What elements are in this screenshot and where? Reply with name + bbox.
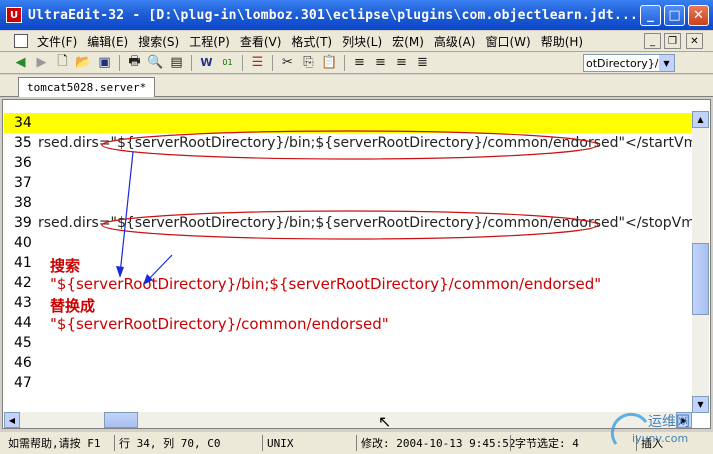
open-folder-icon[interactable]: 📂 [73, 53, 94, 73]
separator [344, 54, 345, 71]
status-position: 行 34, 列 70, C0 [114, 435, 220, 451]
menu-project[interactable]: 工程(P) [184, 33, 235, 50]
watermark-text: 运维网 [648, 414, 690, 430]
separator [191, 54, 192, 71]
editor-area[interactable]: 34 35 rsed.dirs="${serverRootDirectory}/… [4, 111, 692, 407]
menu-file[interactable]: 文件(F) [32, 33, 82, 50]
back-arrow-icon[interactable]: ◀ [10, 53, 31, 73]
menu-search[interactable]: 搜索(S) [133, 33, 184, 50]
line-text: rsed.dirs="${serverRootDirectory}/bin;${… [38, 135, 692, 151]
line-number: 43 [14, 295, 32, 311]
menu-bar: 文件(F) 编辑(E) 搜索(S) 工程(P) 查看(V) 格式(T) 列块(L… [0, 31, 713, 52]
save-icon[interactable]: ▣ [94, 53, 115, 73]
menu-help[interactable]: 帮助(H) [536, 33, 588, 50]
line-number: 39 [14, 215, 32, 231]
hex-mode-icon[interactable]: 01 [217, 53, 238, 73]
horizontal-scrollbar[interactable]: ◀ ▶ [4, 412, 692, 428]
code-line[interactable]: 41 搜索 [4, 253, 692, 275]
menu-advanced[interactable]: 高级(A) [429, 33, 481, 50]
line-number: 34 [14, 115, 32, 131]
code-line[interactable]: 46 [4, 353, 692, 373]
print-icon[interactable]: 🖶 [124, 53, 145, 73]
vertical-scrollbar[interactable]: ▲ ▼ [692, 111, 709, 413]
code-line[interactable]: 38 [4, 193, 692, 213]
code-line[interactable]: 47 [4, 373, 692, 393]
horizontal-scroll-thumb[interactable] [104, 412, 138, 428]
code-line[interactable]: 35 rsed.dirs="${serverRootDirectory}/bin… [4, 133, 692, 153]
menu-column[interactable]: 列块(L) [337, 33, 387, 50]
line-number: 38 [14, 195, 32, 211]
cut-icon[interactable]: ✂ [277, 53, 298, 73]
search-string: "${serverRootDirectory}/bin;${serverRoot… [50, 275, 602, 293]
status-line-format: UNIX [262, 435, 294, 451]
scroll-left-icon[interactable]: ◀ [4, 412, 20, 428]
justify-icon[interactable]: ≣ [412, 53, 433, 73]
list-icon[interactable]: ☰ [247, 53, 268, 73]
code-line[interactable]: 43 替换成 [4, 293, 692, 315]
separator [272, 54, 273, 71]
code-line[interactable]: 44 "${serverRootDirectory}/common/endors… [4, 313, 692, 333]
maximize-button[interactable]: □ [664, 5, 685, 26]
print-preview-icon[interactable]: 🔍 [145, 53, 166, 73]
forward-arrow-icon[interactable]: ▶ [31, 53, 52, 73]
code-line[interactable]: 36 [4, 153, 692, 173]
menu-format[interactable]: 格式(T) [286, 33, 337, 50]
copy-icon[interactable]: ⎘ [298, 53, 319, 73]
site-watermark-logo: 运维网 iyunv.com [610, 412, 690, 445]
code-line[interactable]: 37 [4, 173, 692, 193]
mouse-cursor-icon: ↖ [378, 412, 392, 431]
align-left-icon[interactable]: ≡ [349, 53, 370, 73]
document-icon[interactable] [14, 34, 28, 48]
status-modified: 修改: 2004-10-13 9:45:52 [356, 435, 515, 451]
code-line[interactable]: 34 [4, 113, 692, 133]
menu-edit[interactable]: 编辑(E) [82, 33, 133, 50]
word-wrap-icon[interactable]: W [196, 53, 217, 73]
status-help: 如需帮助,请按 F1 [8, 437, 101, 450]
line-number: 46 [14, 355, 32, 371]
line-number: 37 [14, 175, 32, 191]
mdi-restore-button[interactable]: ❐ [664, 33, 681, 49]
line-number: 35 [14, 135, 32, 151]
line-number: 44 [14, 315, 32, 331]
tab-active-file[interactable]: tomcat5028.server* [18, 77, 156, 97]
code-line[interactable]: 40 [4, 233, 692, 253]
title-bar: U UltraEdit-32 - [D:\plug-in\lomboz.301\… [0, 0, 713, 30]
window-title: UltraEdit-32 - [D:\plug-in\lomboz.301\ec… [28, 7, 639, 23]
mdi-minimize-button[interactable]: _ [644, 33, 661, 49]
separator [119, 54, 120, 71]
path-dropdown[interactable]: otDirectory}/bin ▼ [583, 54, 675, 72]
minimize-button[interactable]: _ [640, 5, 661, 26]
new-file-icon[interactable]: 🗋 [52, 53, 73, 73]
app-icon: U [6, 7, 22, 23]
code-line[interactable]: 42 "${serverRootDirectory}/bin;${serverR… [4, 273, 692, 293]
chevron-down-icon[interactable]: ▼ [659, 55, 674, 71]
align-center-icon[interactable]: ≡ [370, 53, 391, 73]
line-number: 36 [14, 155, 32, 171]
mdi-close-button[interactable]: ✕ [686, 33, 703, 49]
code-line[interactable]: 45 [4, 333, 692, 353]
status-selected: 字节选定: 4 [510, 435, 579, 451]
line-number: 45 [14, 335, 32, 351]
align-right-icon[interactable]: ≡ [391, 53, 412, 73]
separator [242, 54, 243, 71]
line-number: 40 [14, 235, 32, 251]
line-number: 47 [14, 375, 32, 391]
menu-view[interactable]: 查看(V) [235, 33, 287, 50]
scroll-up-icon[interactable]: ▲ [692, 111, 709, 128]
code-line[interactable]: 39 rsed.dirs="${serverRootDirectory}/bin… [4, 213, 692, 233]
menu-macro[interactable]: 宏(M) [387, 33, 429, 50]
line-number: 42 [14, 275, 32, 291]
line-number: 41 [14, 255, 32, 271]
close-button[interactable]: ✕ [688, 5, 709, 26]
paste-icon[interactable]: 📋 [319, 53, 340, 73]
watermark-url: iyunv.com [632, 432, 688, 445]
menu-window[interactable]: 窗口(W) [480, 33, 535, 50]
line-text: rsed.dirs="${serverRootDirectory}/bin;${… [38, 215, 692, 231]
vertical-scroll-thumb[interactable] [692, 243, 709, 315]
file-tab-bar: tomcat5028.server* [0, 75, 713, 97]
replace-string: "${serverRootDirectory}/common/endorsed" [50, 315, 389, 333]
page-setup-icon[interactable]: ▤ [166, 53, 187, 73]
